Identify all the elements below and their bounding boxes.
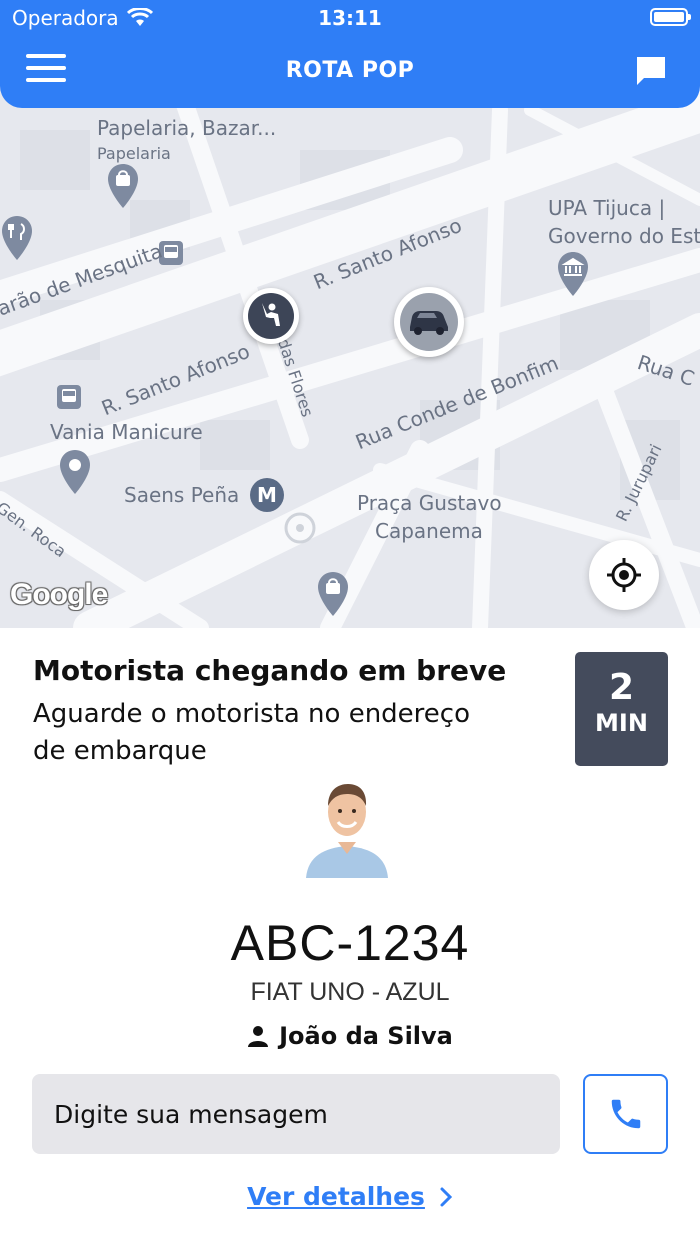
shopping-pin-icon[interactable] (106, 162, 140, 212)
map-label-saens-pena: Saens Peña (124, 483, 240, 507)
map-label-upa-line2: Governo do Est (548, 224, 700, 248)
ride-panel: Motorista chegando em breve Aguarde o mo… (0, 628, 700, 1244)
shopping-pin-icon[interactable] (316, 570, 350, 620)
view-details-link[interactable]: Ver detalhes (0, 1182, 700, 1211)
waving-person-icon (248, 293, 294, 339)
metro-badge-label: M (257, 483, 277, 507)
battery-icon (650, 8, 691, 26)
map-label-papelaria-type: Papelaria (97, 144, 171, 163)
map-label-praca: Praça Gustavo (357, 491, 502, 515)
map-label-upa: UPA Tijuca | (548, 196, 666, 220)
restaurant-pin-icon[interactable] (0, 214, 34, 264)
eta-badge: 2 MIN (575, 652, 668, 766)
driver-car-marker[interactable] (394, 287, 464, 357)
map-label-vania: Vania Manicure (50, 420, 203, 444)
locate-crosshair-icon (607, 558, 641, 592)
bus-stop-icon[interactable] (56, 384, 82, 410)
vehicle-plate: ABC-1234 (230, 915, 470, 971)
chevron-right-icon (440, 1187, 453, 1206)
phone-icon (611, 1099, 640, 1129)
status-bar: Operadora 13:11 (0, 0, 700, 36)
view-details-label: Ver detalhes (247, 1182, 425, 1211)
government-pin-icon[interactable] (556, 250, 590, 300)
ride-status-title: Motorista chegando em breve (33, 654, 507, 687)
vehicle-model: FIAT UNO - AZUL (250, 978, 450, 1006)
status-time: 13:11 (318, 6, 382, 30)
person-icon (248, 1026, 269, 1047)
driver-avatar (306, 784, 388, 878)
driver-info: João da Silva (0, 1022, 700, 1050)
ride-status-subtitle: Aguarde o motorista no endereço de embar… (33, 699, 470, 766)
locate-me-button[interactable] (589, 540, 659, 610)
call-driver-button[interactable] (583, 1074, 668, 1154)
chat-button[interactable] (634, 54, 670, 90)
app-title: ROTA POP (285, 58, 415, 83)
map-label-papelaria: Papelaria, Bazar... (97, 116, 277, 140)
car-icon (400, 293, 458, 351)
pickup-marker[interactable] (243, 288, 299, 344)
eta-unit: MIN (595, 709, 648, 737)
location-pin-icon[interactable] (58, 448, 92, 498)
chat-bubble-icon (637, 57, 665, 85)
message-input[interactable] (32, 1074, 560, 1154)
app-header: Operadora 13:11 ROTA POP (0, 0, 700, 108)
metro-station-icon[interactable]: M (250, 478, 284, 512)
google-logo: Google (10, 578, 108, 611)
driver-name: João da Silva (279, 1022, 453, 1050)
map-label-praca-line2: Capanema (375, 519, 483, 543)
eta-value: 2 (608, 667, 635, 708)
